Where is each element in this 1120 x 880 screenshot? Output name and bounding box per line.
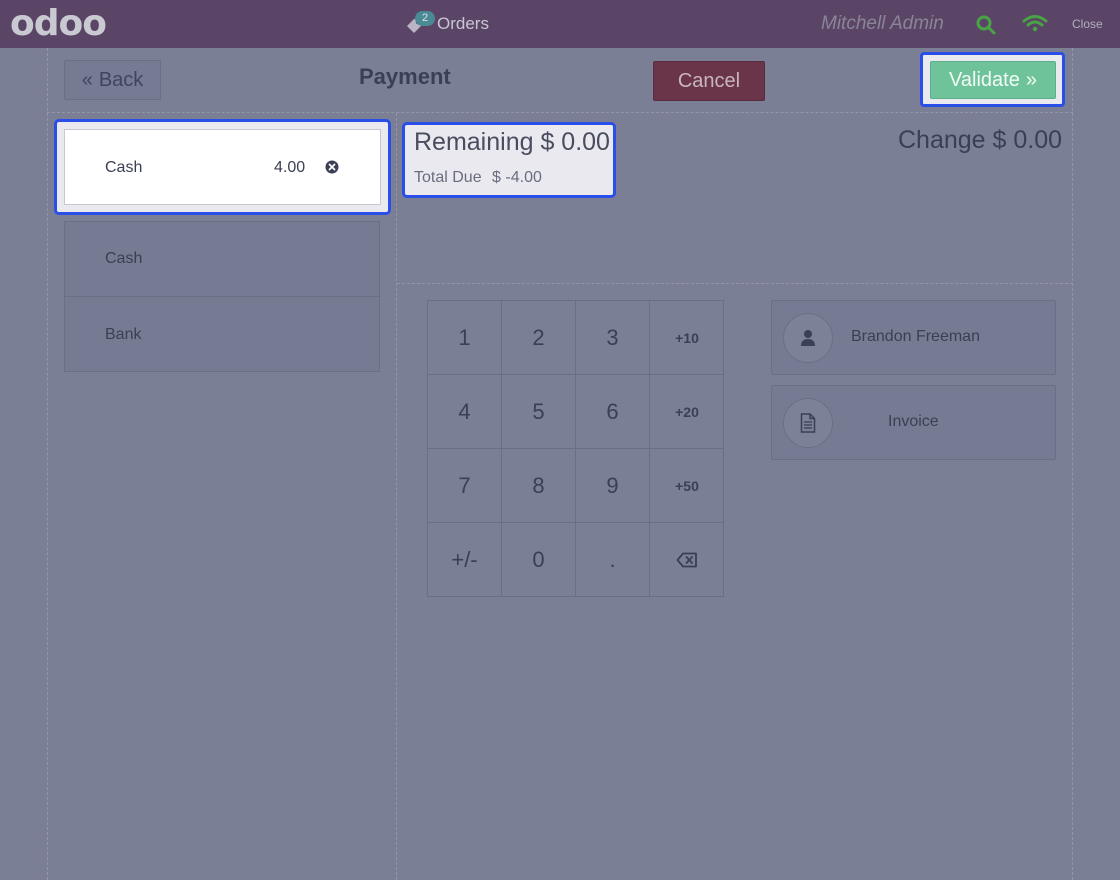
orders-button[interactable]: 2 Orders [405, 10, 489, 38]
total-due-value: $ -4.00 [492, 169, 542, 186]
numpad-key-0[interactable]: 0 [502, 523, 576, 597]
total-due: Total Due $ -4.00 [414, 169, 542, 187]
status-divider [397, 283, 1073, 284]
numpad-key-1[interactable]: 1 [428, 301, 502, 375]
change-amount: Change $ 0.00 [898, 126, 1063, 154]
column-divider [396, 113, 397, 880]
wifi-icon[interactable] [1022, 14, 1048, 39]
close-button[interactable]: Close [1072, 17, 1103, 31]
document-icon [783, 398, 833, 448]
numpad-key-6[interactable]: 6 [576, 375, 650, 449]
numpad-key-2[interactable]: 2 [502, 301, 576, 375]
numpad-key-plus10[interactable]: +10 [650, 301, 724, 375]
validate-label: Validate [949, 68, 1020, 91]
double-chevron-left-icon: « [81, 68, 93, 91]
validate-button[interactable]: Validate » [930, 61, 1056, 99]
payment-line-highlight: Cash 4.00 [54, 119, 391, 215]
double-chevron-right-icon: » [1025, 68, 1037, 91]
validate-highlight: Validate » [920, 52, 1065, 107]
invoice-button[interactable]: Invoice [771, 385, 1056, 460]
user-icon [783, 313, 833, 363]
remaining-amount: Remaining $ 0.00 [414, 128, 610, 156]
payment-method-label: Cash [105, 250, 143, 267]
payment-method-label: Bank [105, 325, 142, 343]
total-due-label: Total Due [414, 169, 482, 186]
customer-button[interactable]: Brandon Freeman [771, 300, 1056, 375]
backspace-key[interactable] [650, 523, 724, 597]
numpad-key-7[interactable]: 7 [428, 449, 502, 523]
page-title: Payment [359, 64, 451, 89]
numpad-key-8[interactable]: 8 [502, 449, 576, 523]
invoice-label: Invoice [888, 413, 939, 430]
delete-line-icon[interactable] [325, 160, 339, 179]
numpad-key-plus50[interactable]: +50 [650, 449, 724, 523]
customer-name: Brandon Freeman [851, 328, 980, 345]
orders-label: Orders [437, 14, 489, 33]
back-button[interactable]: « Back [64, 60, 161, 100]
numpad-key-4[interactable]: 4 [428, 375, 502, 449]
payment-method-bank[interactable]: Bank [65, 297, 379, 372]
numpad-key-plus20[interactable]: +20 [650, 375, 724, 449]
backspace-icon [676, 552, 697, 568]
numpad-key-9[interactable]: 9 [576, 449, 650, 523]
numpad-key-decimal[interactable]: . [576, 523, 650, 597]
top-bar: odoo 2 Orders Mitchell Admin Close [0, 0, 1120, 48]
numpad: 1 2 3 +10 4 5 6 +20 7 8 9 +50 +/- 0 . [427, 300, 724, 597]
payment-line-method: Cash [105, 159, 143, 176]
odoo-logo: odoo [10, 3, 107, 44]
user-name[interactable]: Mitchell Admin [821, 13, 944, 35]
cancel-button[interactable]: Cancel [653, 61, 765, 101]
payment-status-highlight: Remaining $ 0.00 Total Due $ -4.00 [402, 122, 616, 198]
payment-method-cash[interactable]: Cash [65, 222, 379, 297]
payment-line-amount[interactable]: 4.00 [274, 159, 305, 177]
payment-methods-list: Cash Bank [64, 221, 380, 372]
payment-line[interactable]: Cash 4.00 [64, 129, 381, 205]
numpad-key-5[interactable]: 5 [502, 375, 576, 449]
ticket-icon: 2 [405, 11, 435, 35]
orders-count-badge: 2 [415, 11, 435, 26]
numpad-key-3[interactable]: 3 [576, 301, 650, 375]
numpad-key-plus-minus[interactable]: +/- [428, 523, 502, 597]
back-label: Back [98, 68, 144, 91]
search-icon[interactable] [976, 15, 996, 40]
